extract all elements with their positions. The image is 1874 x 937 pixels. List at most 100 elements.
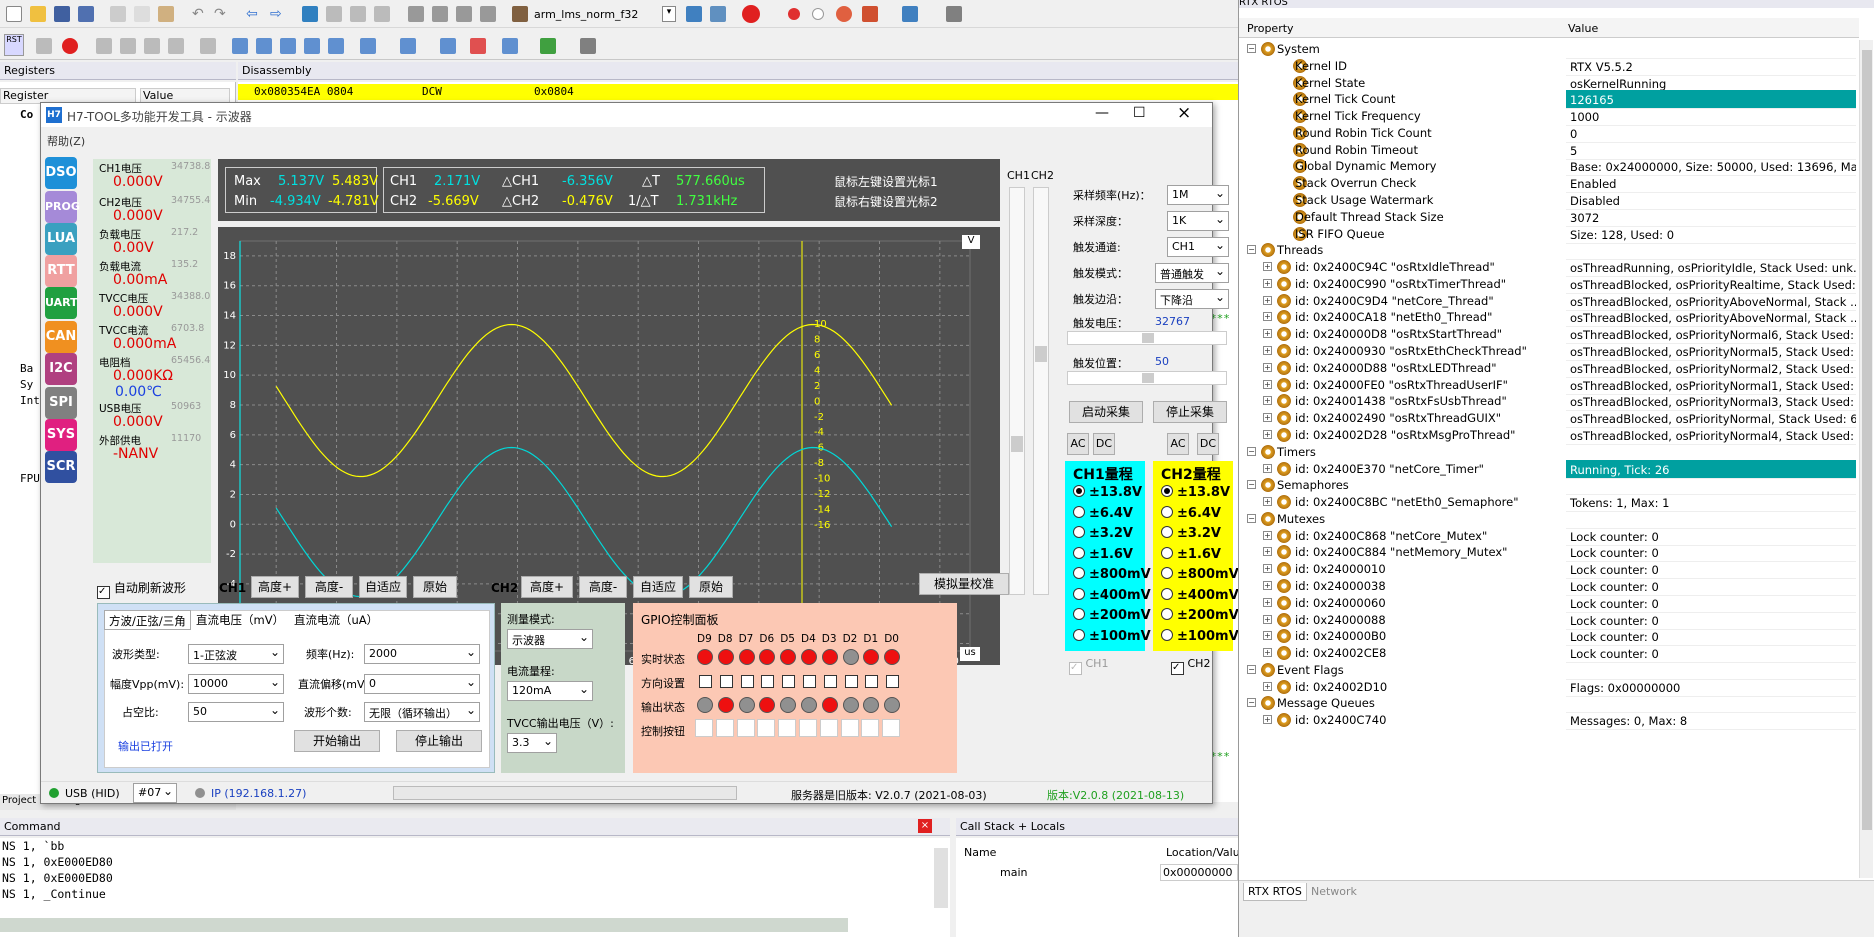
gpio-control-button[interactable]: [819, 719, 838, 737]
radio-icon[interactable]: [1161, 587, 1173, 600]
rtx-row-leaf[interactable]: Default Thread Stack Size 3072: [1239, 208, 1859, 227]
close-icon[interactable]: ×: [1177, 103, 1191, 123]
expand-toggle-icon[interactable]: +: [1263, 295, 1272, 305]
rtx-row-leaf[interactable]: Kernel Tick Frequency 1000: [1239, 107, 1859, 127]
rtx-row-item[interactable]: + id: 0x2400C884 "netMemory_Mutex" Lock co…: [1239, 543, 1859, 563]
radio-icon[interactable]: [1073, 567, 1085, 579]
rtx-row-leaf[interactable]: Global Dynamic Memory Base: 0x24000000, S…: [1239, 157, 1859, 177]
ch1-range-option[interactable]: ±1.6V: [1073, 546, 1133, 562]
new-file-icon[interactable]: [6, 6, 22, 22]
collapse-toggle-icon[interactable]: −: [1247, 698, 1256, 708]
expand-toggle-icon[interactable]: +: [1263, 681, 1272, 691]
registers-tree-fpu[interactable]: FPU: [20, 472, 40, 485]
step-into-icon[interactable]: [96, 38, 112, 54]
tab-network[interactable]: Network: [1311, 885, 1357, 898]
radio-icon[interactable]: [1073, 608, 1085, 620]
ch2-auto-button[interactable]: 自适应: [633, 576, 683, 598]
expand-toggle-icon[interactable]: +: [1263, 564, 1272, 574]
rtx-row-leaf[interactable]: Kernel State osKernelRunning: [1239, 74, 1859, 93]
expand-toggle-icon[interactable]: +: [1263, 346, 1272, 356]
rtx-vscroll[interactable]: [1859, 40, 1873, 878]
ch1-range-option[interactable]: ±3.2V: [1073, 526, 1133, 541]
undo-icon[interactable]: ↶: [192, 6, 208, 22]
rtx-row-item[interactable]: + id: 0x24002CE8 Lock counter: 0: [1239, 644, 1859, 664]
rtx-row-item[interactable]: + id: 0x24001438 "osRtxFsUsbThread" osThre…: [1239, 392, 1859, 412]
start-acquire-button[interactable]: 启动采集: [1069, 401, 1143, 423]
breakpoint-window-icon[interactable]: [862, 6, 878, 22]
run-icon[interactable]: [36, 38, 52, 54]
side-button-prog[interactable]: PROG: [45, 191, 80, 223]
auto-refresh-checkbox[interactable]: ✓ 自动刷新波形: [97, 579, 186, 599]
collapse-toggle-icon[interactable]: −: [1247, 513, 1256, 523]
gpio-output-led[interactable]: [697, 697, 713, 713]
rtx-row-leaf[interactable]: Kernel Tick Count 126165: [1239, 90, 1859, 110]
breakpoint-icon[interactable]: [788, 8, 800, 20]
configure-icon[interactable]: [710, 6, 726, 22]
ch2-range-option[interactable]: ±3.2V: [1161, 526, 1221, 541]
collapse-toggle-icon[interactable]: −: [1247, 446, 1256, 456]
tvcc-select[interactable]: 3.3: [507, 733, 557, 753]
gpio-output-led[interactable]: [821, 697, 838, 713]
command-window-icon[interactable]: [232, 38, 248, 54]
rtx-row-item[interactable]: + id: 0x2400C9D4 "netCore_Thread" osThread…: [1239, 292, 1859, 311]
rtx-row-item[interactable]: + id: 0x24000D88 "osRtxLEDThread" osThread…: [1239, 359, 1859, 378]
expand-toggle-icon[interactable]: +: [1263, 547, 1272, 557]
ch1-range-option[interactable]: ±800mV: [1073, 567, 1151, 582]
side-button-sys[interactable]: SYS: [45, 419, 77, 451]
expand-toggle-icon[interactable]: +: [1263, 262, 1272, 272]
save-icon[interactable]: [54, 6, 70, 22]
collapse-toggle-icon[interactable]: −: [1247, 245, 1256, 255]
radio-icon[interactable]: [1073, 628, 1085, 641]
stop-output-button[interactable]: 停止输出: [396, 730, 482, 752]
ch1-enable-checkbox[interactable]: ✓ CH1: [1069, 657, 1108, 675]
rtx-row-item[interactable]: + id: 0x2400C868 "netCore_Mutex" Lock coun…: [1239, 527, 1859, 546]
rtx-row-item[interactable]: + id: 0x240000B0 Lock counter: 0: [1239, 627, 1859, 647]
ch1-range-option[interactable]: ±200mV: [1073, 608, 1151, 623]
side-button-can[interactable]: CAN: [45, 321, 77, 353]
gpio-control-button[interactable]: [778, 719, 797, 737]
expand-toggle-icon[interactable]: +: [1263, 648, 1272, 658]
bookmark-clear-icon[interactable]: [374, 6, 390, 22]
gpio-direction-checkbox[interactable]: [699, 675, 712, 688]
ch2-height-minus-button[interactable]: 高度-: [579, 576, 627, 598]
gpio-control-button[interactable]: [882, 719, 901, 737]
rtx-row-item[interactable]: + id: 0x24000060 Lock counter: 0: [1239, 594, 1859, 613]
side-button-rtt[interactable]: RTT: [45, 255, 77, 287]
trig-ch-select[interactable]: CH1: [1167, 237, 1229, 257]
radio-icon[interactable]: [1161, 526, 1173, 538]
radio-icon[interactable]: [1073, 505, 1085, 518]
port-select[interactable]: #07: [133, 783, 177, 803]
rtx-row-item[interactable]: + id: 0x24000FE0 "osRtxThreadUserIF" osThr…: [1239, 376, 1859, 395]
rtx-row-item[interactable]: + id: 0x24000010 Lock counter: 0: [1239, 560, 1859, 580]
duty-input[interactable]: 50: [188, 702, 284, 722]
ch1-range-option[interactable]: ±400mV: [1073, 587, 1151, 603]
step-over-icon[interactable]: [120, 38, 136, 54]
rtx-row-item[interactable]: + id: 0x2400C8BC "netEth0_Semaphore" Token…: [1239, 493, 1859, 513]
trig-voltage-slider[interactable]: [1067, 331, 1227, 345]
side-button-uart[interactable]: UART: [45, 287, 78, 319]
serial-window-icon[interactable]: [440, 38, 456, 54]
rtx-row-item[interactable]: + id: 0x2400C94C "osRtxIdleThread" osThrea…: [1239, 258, 1859, 278]
rtx-row-item[interactable]: + id: 0x2400C740 Messages: 0, Max: 8: [1239, 711, 1859, 731]
save-all-icon[interactable]: [78, 6, 94, 22]
maximize-icon[interactable]: ☐: [1133, 105, 1146, 121]
radio-icon[interactable]: [1161, 608, 1173, 620]
gpio-output-led[interactable]: [863, 697, 880, 713]
rtx-row-leaf[interactable]: Kernel ID RTX V5.5.2: [1239, 57, 1859, 76]
trig-voltage-thumb[interactable]: [1142, 333, 1154, 343]
gpio-output-led[interactable]: [717, 697, 734, 713]
tab-project[interactable]: Project: [2, 795, 36, 806]
system-viewer-icon[interactable]: [540, 38, 556, 54]
wave-count-select[interactable]: 无限（循环输出）: [364, 702, 480, 722]
minimize-icon[interactable]: —: [1095, 105, 1109, 121]
rtx-row-group[interactable]: − Threads: [1239, 241, 1859, 261]
rate-select[interactable]: 1M: [1167, 185, 1229, 205]
ch2-height-plus-button[interactable]: 高度+: [521, 576, 573, 598]
find-in-files-icon[interactable]: [686, 6, 702, 22]
expand-toggle-icon[interactable]: +: [1263, 362, 1272, 372]
gpio-control-button[interactable]: [695, 719, 713, 737]
tab-dc-voltage[interactable]: 直流电压（mV）: [196, 612, 284, 628]
gpio-direction-checkbox[interactable]: [761, 675, 775, 688]
show-next-statement-icon[interactable]: [200, 38, 216, 54]
ch2-range-option[interactable]: ±13.8V: [1161, 485, 1230, 500]
